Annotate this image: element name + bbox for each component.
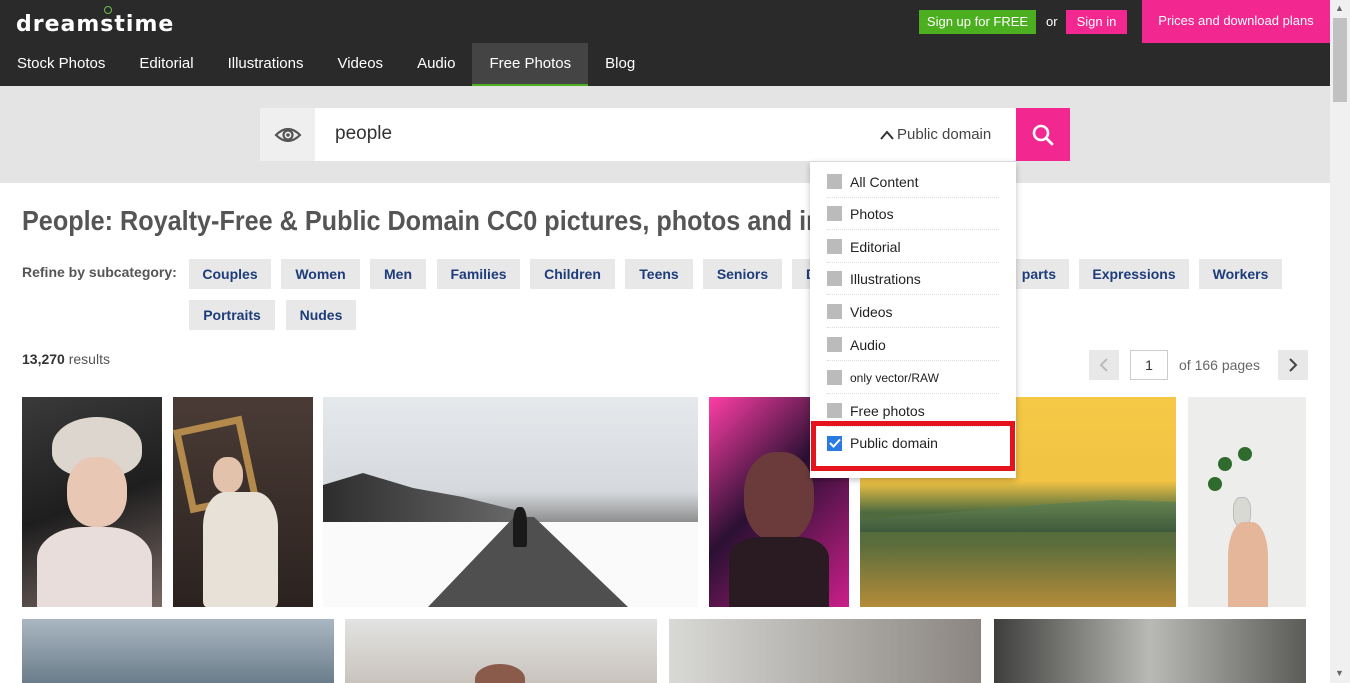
refine-label: Refine by subcategory: [22, 264, 177, 280]
search-input[interactable] [335, 123, 835, 145]
results-count: 13,270 results [22, 351, 110, 367]
dress-shape [37, 527, 152, 607]
search-band: Public domain [0, 86, 1330, 183]
tag-expressions[interactable]: Expressions [1079, 259, 1189, 289]
checkbox[interactable] [827, 403, 842, 418]
checkbox[interactable] [827, 239, 842, 254]
shoulders-shape [729, 537, 829, 607]
tag-men[interactable]: Men [370, 259, 426, 289]
photo-thumbnail[interactable] [22, 619, 334, 683]
tag-couples[interactable]: Couples [189, 259, 271, 289]
signup-button[interactable]: Sign up for FREE [919, 10, 1036, 34]
wave-shape [860, 500, 1176, 532]
face-shape [67, 457, 127, 527]
option-photos[interactable]: Photos [827, 198, 999, 230]
results-suffix: results [64, 351, 110, 367]
content-filter-select[interactable]: Public domain [880, 126, 991, 143]
option-label: Free photos [850, 402, 925, 419]
checkbox[interactable] [827, 271, 842, 286]
scroll-up-icon[interactable]: ▲ [1335, 3, 1344, 13]
option-illustrations[interactable]: Illustrations [827, 263, 999, 295]
photo-thumbnail[interactable] [669, 619, 981, 683]
checkbox[interactable] [827, 337, 842, 352]
page-number-input[interactable]: 1 [1130, 350, 1168, 380]
nav-stock-photos[interactable]: Stock Photos [0, 43, 122, 86]
photo-thumbnail[interactable] [323, 397, 698, 607]
checkbox[interactable] [827, 304, 842, 319]
option-audio[interactable]: Audio [827, 329, 999, 361]
tag-families[interactable]: Families [437, 259, 520, 289]
chevron-left-icon [1099, 358, 1108, 372]
option-label: only vector/RAW [850, 370, 939, 385]
photo-thumbnail[interactable] [1188, 397, 1306, 607]
logo-text: dreamstime [16, 12, 175, 37]
scroll-down-icon[interactable]: ▼ [1335, 668, 1344, 678]
tag-workers[interactable]: Workers [1199, 259, 1282, 289]
nav-videos[interactable]: Videos [320, 43, 400, 86]
option-videos[interactable]: Videos [827, 296, 999, 328]
search-icon [1032, 124, 1054, 145]
tag-teens[interactable]: Teens [625, 259, 693, 289]
option-label: Editorial [850, 238, 901, 255]
search-button[interactable] [1016, 108, 1070, 161]
logo-dot-icon [104, 6, 112, 14]
top-header: dreamstime Sign up for FREE or Sign in P… [0, 0, 1330, 86]
option-all-content[interactable]: All Content [827, 166, 999, 198]
tag-seniors[interactable]: Seniors [703, 259, 782, 289]
option-label: Audio [850, 336, 886, 353]
nav-blog[interactable]: Blog [588, 43, 652, 86]
tag-women[interactable]: Women [281, 259, 360, 289]
scroll-thumb[interactable] [1333, 18, 1347, 102]
page-total-label: of 166 pages [1179, 357, 1260, 373]
prev-page-button[interactable] [1089, 350, 1119, 380]
photo-thumbnail[interactable] [22, 397, 162, 607]
signin-button[interactable]: Sign in [1066, 10, 1127, 34]
option-label: Videos [850, 303, 893, 320]
leaf-shape [1238, 447, 1252, 461]
prices-button[interactable]: Prices and download plans [1142, 0, 1330, 43]
results-number: 13,270 [22, 351, 65, 367]
dress-shape [203, 492, 278, 607]
checkbox[interactable] [827, 370, 842, 385]
nav-free-photos[interactable]: Free Photos [472, 43, 589, 86]
leaf-shape [1208, 477, 1222, 491]
tag-nudes[interactable]: Nudes [286, 300, 356, 330]
next-page-button[interactable] [1278, 350, 1308, 380]
option-editorial[interactable]: Editorial [827, 231, 999, 263]
photo-thumbnail[interactable] [994, 619, 1306, 683]
chevron-up-icon [880, 129, 894, 140]
nav-editorial[interactable]: Editorial [122, 43, 210, 86]
visual-search-button[interactable] [260, 108, 315, 161]
face-shape [744, 452, 814, 542]
person-shape [513, 507, 527, 547]
leaf-shape [1218, 457, 1232, 471]
filter-selected-label: Public domain [897, 126, 992, 143]
highlight-box [811, 421, 1015, 471]
or-label: or [1046, 14, 1058, 29]
option-vector-raw[interactable]: only vector/RAW [827, 362, 999, 394]
face-shape [213, 457, 243, 493]
option-label: Photos [850, 205, 894, 222]
option-label: Illustrations [850, 270, 921, 287]
search-bar: Public domain [260, 108, 1070, 161]
option-label: All Content [850, 173, 919, 190]
trees-shape [323, 473, 523, 527]
dreamstime-logo[interactable]: dreamstime [16, 6, 175, 37]
main-nav: Stock Photos Editorial Illustrations Vid… [0, 43, 652, 86]
chevron-right-icon [1289, 358, 1298, 372]
photo-thumbnail[interactable] [345, 619, 657, 683]
nav-audio[interactable]: Audio [400, 43, 472, 86]
tag-portraits[interactable]: Portraits [189, 300, 275, 330]
checkbox[interactable] [827, 174, 842, 189]
hand-shape [1228, 522, 1268, 607]
head-shape [475, 664, 525, 683]
tag-children[interactable]: Children [530, 259, 615, 289]
scrollbar[interactable]: ▲ ▼ [1330, 0, 1350, 683]
checkbox[interactable] [827, 206, 842, 221]
photo-thumbnail[interactable] [173, 397, 313, 607]
nav-illustrations[interactable]: Illustrations [211, 43, 321, 86]
page-title: People: Royalty-Free & Public Domain CC0… [22, 205, 886, 236]
eye-icon [273, 127, 302, 142]
